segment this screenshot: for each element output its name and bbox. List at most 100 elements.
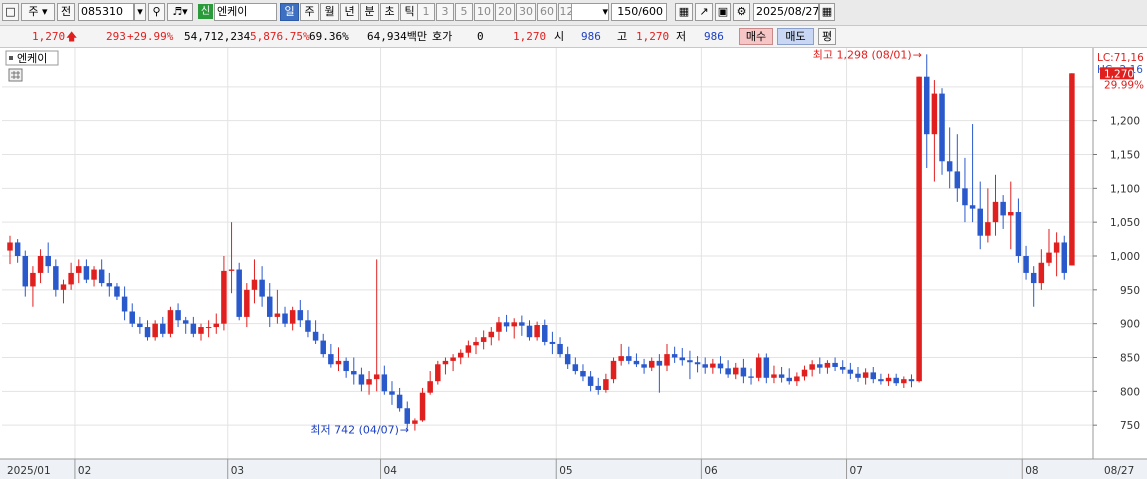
period-tab[interactable]: 분 (360, 3, 379, 21)
candle-body (98, 269, 105, 284)
interval-option[interactable]: 60 (537, 3, 557, 21)
market-select[interactable]: 주 ▾ (21, 3, 55, 21)
candle-body (962, 188, 968, 206)
grid-toggle-icon[interactable] (8, 68, 23, 82)
sell-button[interactable]: 매도 (777, 28, 814, 45)
candle-body (740, 367, 747, 377)
candle-body (1069, 73, 1075, 266)
candle-body (144, 327, 151, 338)
candle-body (931, 93, 938, 135)
open-label: 시 (554, 30, 565, 43)
candle-body (190, 323, 197, 334)
candle-body (763, 357, 770, 378)
candle-body (480, 337, 487, 342)
interval-option[interactable]: 3 (436, 3, 454, 21)
gear-icon[interactable]: ⚙ (733, 3, 750, 21)
candle-body (22, 256, 29, 287)
candle-body (679, 357, 686, 361)
buy-button[interactable]: 매수 (739, 28, 773, 45)
search-icon[interactable]: ⚲ (148, 3, 165, 21)
speaker-icon[interactable]: ♬▾ (167, 3, 193, 21)
candle-body (992, 201, 999, 223)
candle-body (817, 364, 823, 368)
lc-label: LC:71,16 (1097, 52, 1144, 64)
candle-body (1000, 201, 1006, 216)
candle-body (404, 408, 411, 424)
interval-option[interactable]: 5 (455, 3, 473, 21)
candle-body (778, 374, 785, 378)
candle-body (595, 385, 601, 390)
interval-option[interactable]: 1 (417, 3, 435, 21)
candle-type-icon[interactable]: ▦ (675, 3, 693, 21)
current-pct-tag-text: 29.99% (1104, 79, 1144, 91)
candle-body (366, 379, 372, 385)
turnover-pct: 69.36% (309, 30, 349, 43)
candle-body (1015, 212, 1022, 256)
candle-body (794, 376, 800, 382)
stock-code-input[interactable]: 085310 (78, 3, 134, 21)
candle-body (1046, 252, 1052, 263)
stock-name-input[interactable]: 엔케이 (214, 3, 277, 21)
candle-body (45, 256, 51, 267)
candle-body (954, 171, 961, 189)
candle-body (908, 379, 915, 382)
period-tab[interactable]: 주 (300, 3, 319, 21)
candle-body (53, 266, 59, 290)
save-icon[interactable]: ▣ (715, 3, 731, 21)
date-input[interactable]: 2025/08/27 (753, 3, 819, 21)
hoga-value: 0 (477, 30, 484, 43)
candle-body (137, 323, 143, 328)
candle-body (855, 373, 861, 378)
period-tab[interactable]: 초 (380, 3, 399, 21)
candle-body (83, 266, 90, 280)
candle-body (412, 420, 418, 424)
period-tab[interactable]: 월 (320, 3, 339, 21)
high-label: 고 (617, 30, 628, 43)
candle-body (312, 331, 319, 341)
eval-button[interactable]: 평 (818, 28, 836, 45)
candle-body (755, 357, 762, 378)
candle-body (60, 284, 67, 290)
count-display[interactable]: 150/600 (611, 3, 667, 21)
candle-body (160, 323, 166, 334)
price-chart[interactable]: 750 800 850 900 950 1,000 1,050 1,100 1,150 1,200… (0, 48, 1147, 479)
candle-body (328, 354, 334, 365)
interval-option[interactable]: 10 (474, 3, 494, 21)
candle-body (37, 256, 44, 273)
interval-option[interactable]: 20 (495, 3, 515, 21)
candle-body (427, 381, 433, 393)
candle-body (129, 311, 135, 324)
period-tab[interactable]: 년 (340, 3, 359, 21)
interval-option[interactable]: 30 (516, 3, 536, 21)
hoga-label: 호가 (432, 30, 453, 43)
candle-body (923, 76, 930, 135)
code-dropdown-icon[interactable]: ▾ (134, 3, 146, 21)
window-menu-icon[interactable]: □ (2, 3, 19, 21)
calendar-icon[interactable]: ▦ (819, 3, 835, 21)
candle-body (503, 322, 510, 327)
candle-body (717, 363, 724, 369)
candle-body (702, 364, 708, 368)
candle-body (733, 367, 739, 375)
min-price-annotation: 최저 742 (04/07) (310, 424, 399, 437)
candle-body (618, 356, 624, 361)
price-change: 293 (106, 30, 126, 43)
candle-body (694, 362, 701, 365)
x-tick-label: 02 (78, 465, 91, 477)
candle-body (373, 374, 380, 380)
line-tool-icon[interactable]: ↗ (695, 3, 713, 21)
candle-body (91, 269, 97, 280)
candle-body (878, 379, 884, 382)
candle-body (335, 360, 342, 365)
period-tab[interactable]: 일 (280, 3, 299, 21)
candle-body (610, 360, 617, 380)
interval-custom-select[interactable]: ▾ (571, 3, 609, 21)
x-axis: 2025/01 02 03 04 05 06 07 08 08/27 (0, 458, 1147, 479)
candle-body (266, 296, 273, 317)
candle-body (901, 379, 907, 384)
x-tick-label: 06 (704, 465, 718, 477)
prev-button[interactable]: 전 (57, 3, 75, 21)
candle-body (488, 331, 495, 338)
candle-body (1061, 242, 1068, 273)
candle-body (396, 394, 403, 409)
